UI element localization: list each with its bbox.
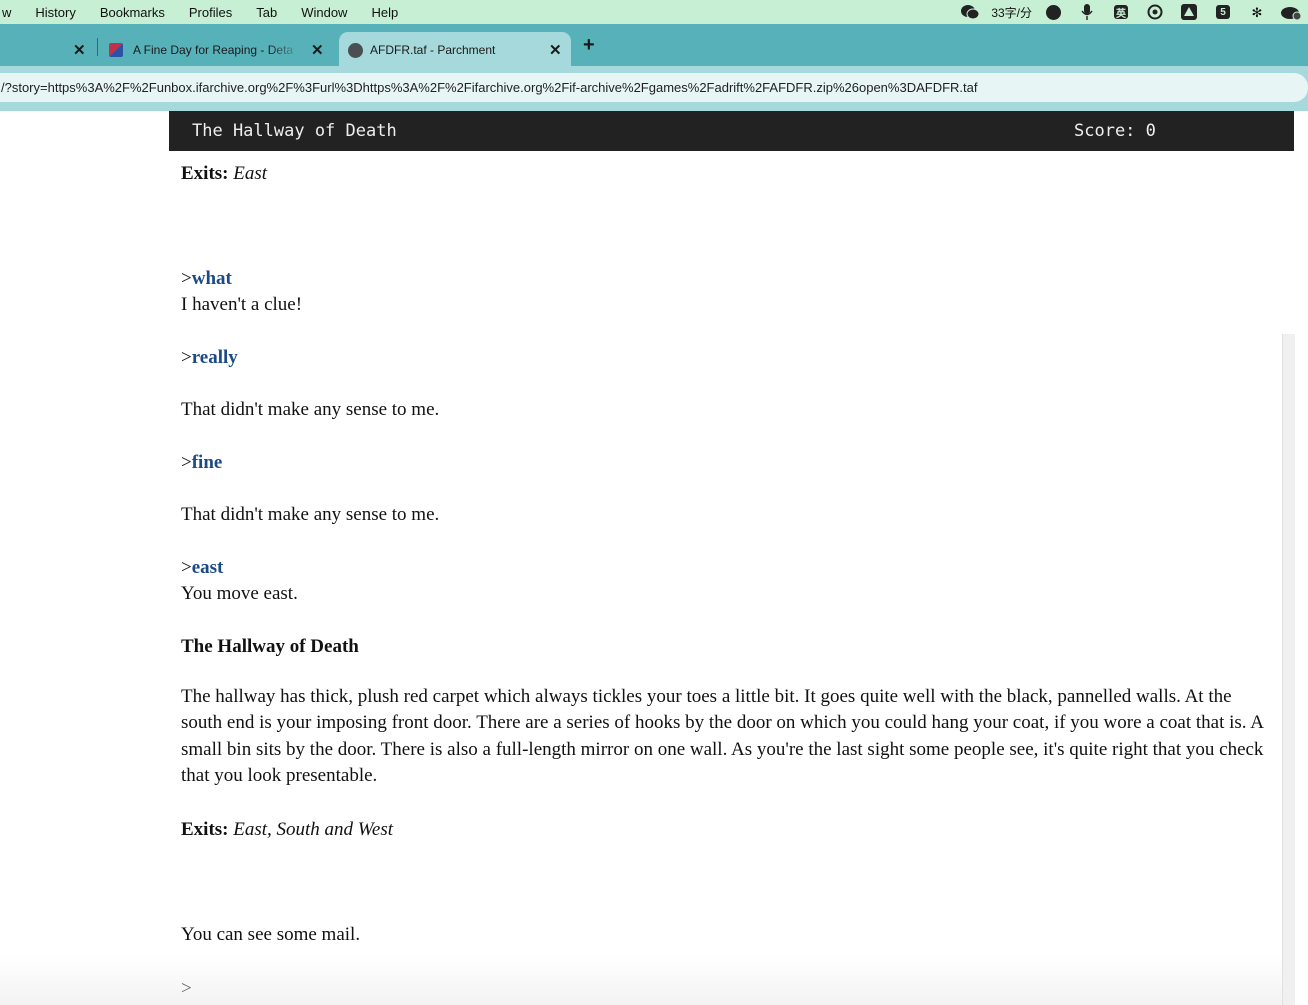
command-line-fine: >fine	[181, 453, 222, 472]
response-text: You move east.	[181, 583, 298, 604]
exits-line: Exits: East	[181, 164, 267, 183]
player-command: what	[191, 268, 232, 289]
close-icon[interactable]: ✕	[549, 41, 562, 59]
close-icon[interactable]: ✕	[311, 41, 324, 59]
player-command: east	[191, 557, 224, 578]
tab-title: A Fine Day for Reaping - Deta	[133, 43, 294, 57]
address-bar: /?story=https%3A%2F%2Funbox.ifarchive.or…	[0, 66, 1308, 111]
bluetooth-icon[interactable]: ✻	[1240, 0, 1274, 24]
player-command: fine	[191, 452, 223, 473]
exits-line: Exits: East, South and West	[181, 820, 393, 839]
microphone-icon[interactable]	[1070, 0, 1104, 24]
game-status-bar: The Hallway of Death Score: 0	[169, 111, 1294, 151]
tab-strip: ✕ A Fine Day for Reaping - Deta ✕ AFDFR.…	[0, 24, 1308, 66]
command-line-what: >what	[181, 269, 232, 288]
menu-bar: w History Bookmarks Profiles Tab Window …	[0, 0, 1308, 24]
tab-title: AFDFR.taf - Parchment	[370, 43, 496, 57]
room-title: The Hallway of Death	[181, 636, 359, 657]
openai-icon[interactable]	[1138, 0, 1172, 24]
wechat-cloud-icon[interactable]	[1274, 0, 1308, 24]
menu-item-profiles[interactable]: Profiles	[177, 5, 244, 20]
scrollbar-track[interactable]	[1282, 334, 1295, 1005]
prompt-symbol: >	[181, 557, 192, 578]
url-text[interactable]: /?story=https%3A%2F%2Funbox.ifarchive.or…	[1, 80, 977, 95]
response-text: That didn't make any sense to me.	[181, 399, 440, 420]
bottom-fade	[0, 955, 1282, 1005]
menu-item-window-partial[interactable]: w	[0, 5, 23, 20]
menu-item-tab[interactable]: Tab	[244, 5, 289, 20]
response-text: I haven't a clue!	[181, 294, 303, 315]
close-icon[interactable]: ✕	[73, 41, 86, 59]
typing-speed-indicator[interactable]: 33字/分	[987, 0, 1036, 24]
input-method-icon[interactable]: 英	[1104, 0, 1138, 24]
tab-fine-day-for-reaping[interactable]: A Fine Day for Reaping - Deta ✕	[100, 32, 336, 66]
response-text: That didn't make any sense to me.	[181, 504, 440, 525]
globe-icon	[348, 43, 363, 58]
new-tab-plus-icon[interactable]: +	[583, 34, 595, 57]
tab-parchment-active[interactable]: AFDFR.taf - Parchment ✕	[339, 32, 571, 66]
app-menu: w History Bookmarks Profiles Tab Window …	[0, 0, 410, 24]
prompt-symbol: >	[181, 347, 192, 368]
menu-item-help[interactable]: Help	[359, 5, 410, 20]
drive-icon[interactable]	[1172, 0, 1206, 24]
tab-previous[interactable]: ✕	[0, 32, 96, 66]
menu-item-history[interactable]: History	[23, 5, 87, 20]
wechat-icon[interactable]	[953, 0, 987, 24]
prompt-symbol: >	[181, 452, 192, 473]
command-line-really: >really	[181, 348, 238, 367]
battery-icon[interactable]: 5	[1206, 0, 1240, 24]
status-icons: 33字/分 英 5 ✻	[953, 0, 1308, 24]
object-listing: You can see some mail.	[181, 924, 361, 945]
site-favicon-icon	[109, 43, 123, 57]
room-description: The hallway has thick, plush red carpet …	[181, 686, 1264, 787]
command-line-east: >east	[181, 558, 223, 577]
prompt-symbol: >	[181, 268, 192, 289]
exits-label: Exits:	[181, 163, 229, 184]
exits-value: East	[233, 163, 268, 184]
tab-separator	[97, 38, 98, 56]
player-command: really	[191, 347, 238, 368]
location-name: The Hallway of Death	[192, 121, 397, 141]
menu-item-window[interactable]: Window	[289, 5, 359, 20]
score-display: Score: 0	[1074, 121, 1156, 141]
menu-item-bookmarks[interactable]: Bookmarks	[88, 5, 177, 20]
exits-label: Exits:	[181, 819, 229, 840]
emoji-icon[interactable]	[1036, 0, 1070, 24]
exits-value: East, South and West	[233, 819, 393, 840]
